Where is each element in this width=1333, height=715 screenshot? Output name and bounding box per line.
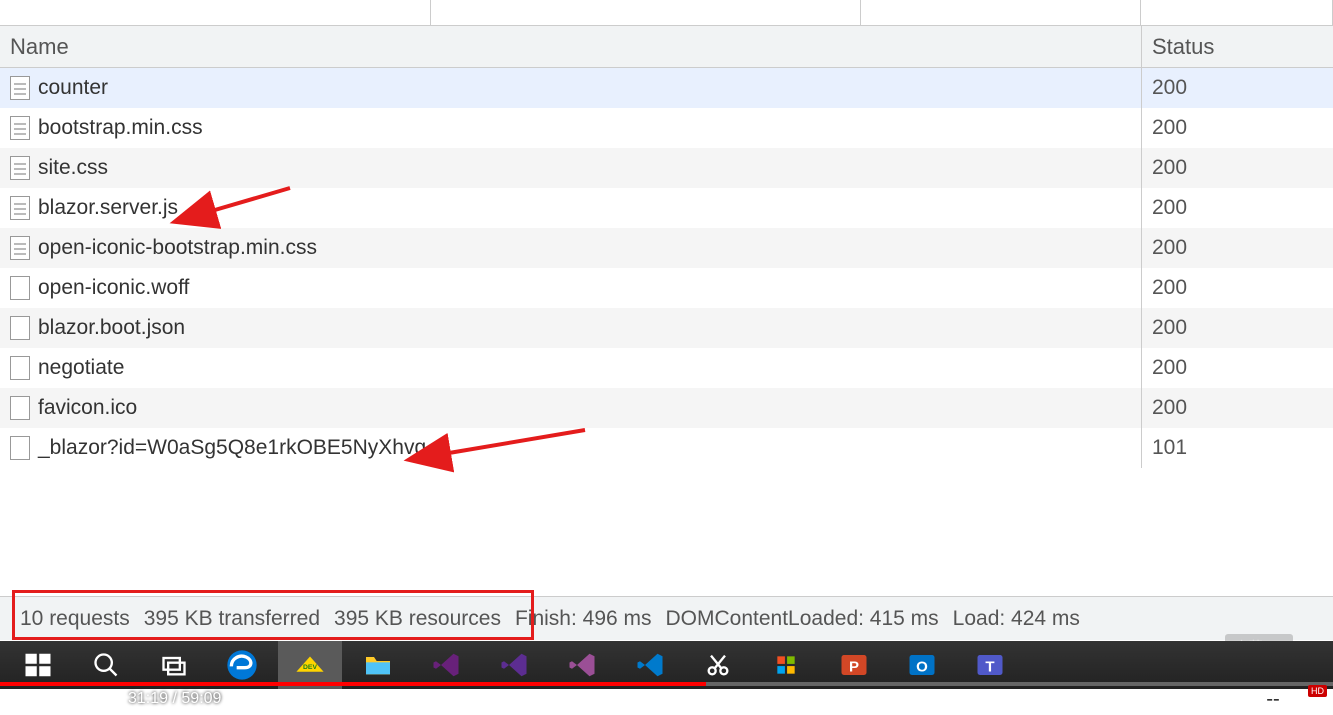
play-button[interactable] [14, 689, 34, 709]
video-player-controls: 31:19 / 59:09 HD [0, 655, 1333, 715]
filter-tab[interactable] [0, 0, 431, 25]
summary-resources: 395 KB resources [334, 607, 501, 631]
request-name: counter [38, 76, 108, 100]
file-icon [10, 236, 30, 260]
network-request-row[interactable]: negotiate 200 [0, 348, 1333, 388]
subtitles-button[interactable] [1263, 689, 1283, 709]
network-request-row[interactable]: open-iconic.woff 200 [0, 268, 1333, 308]
hd-badge: HD [1308, 685, 1327, 697]
devtools-filter-tabs [0, 0, 1333, 26]
network-request-row[interactable]: favicon.ico 200 [0, 388, 1333, 428]
request-status: 200 [1141, 148, 1333, 188]
request-status: 200 [1141, 188, 1333, 228]
request-name: site.css [38, 156, 108, 180]
request-status: 200 [1141, 228, 1333, 268]
network-request-row[interactable]: bootstrap.min.css 200 [0, 108, 1333, 148]
file-icon [10, 396, 30, 420]
request-status: 200 [1141, 308, 1333, 348]
request-name: negotiate [38, 356, 124, 380]
request-name: bootstrap.min.css [38, 116, 203, 140]
network-request-row[interactable]: blazor.boot.json 200 [0, 308, 1333, 348]
network-table-header: Name Status [0, 26, 1333, 68]
request-name: blazor.server.js [38, 196, 178, 220]
filter-tab[interactable] [861, 0, 1141, 25]
file-icon [10, 196, 30, 220]
network-request-row[interactable]: counter 200 [0, 68, 1333, 108]
network-table-body: counter 200 bootstrap.min.css 200 site.css 20… [0, 68, 1333, 468]
network-summary-bar: 10 requests 395 KB transferred 395 KB re… [0, 596, 1333, 640]
filter-tab[interactable] [1141, 0, 1333, 25]
summary-load: Load: 424 ms [953, 607, 1080, 631]
file-icon [10, 356, 30, 380]
network-request-row[interactable]: open-iconic-bootstrap.min.css 200 [0, 228, 1333, 268]
network-request-row[interactable]: _blazor?id=W0aSg5Q8e1rkOBE5NyXhvg 101 [0, 428, 1333, 468]
summary-finish: Finish: 496 ms [515, 607, 652, 631]
settings-button[interactable]: HD [1299, 689, 1319, 709]
summary-domcontentloaded: DOMContentLoaded: 415 ms [666, 607, 939, 631]
request-name: favicon.ico [38, 396, 137, 420]
file-icon [10, 156, 30, 180]
request-name: _blazor?id=W0aSg5Q8e1rkOBE5NyXhvg [38, 436, 426, 460]
request-status: 200 [1141, 388, 1333, 428]
column-header-status[interactable]: Status [1141, 26, 1333, 67]
video-time-display: 31:19 / 59:09 [128, 690, 221, 708]
request-status: 200 [1141, 108, 1333, 148]
column-header-name[interactable]: Name [0, 34, 1141, 60]
filter-tab[interactable] [431, 0, 862, 25]
request-status: 200 [1141, 348, 1333, 388]
file-icon [10, 436, 30, 460]
network-request-row[interactable]: site.css 200 [0, 148, 1333, 188]
request-name: open-iconic-bootstrap.min.css [38, 236, 317, 260]
request-name: open-iconic.woff [38, 276, 189, 300]
file-icon [10, 316, 30, 340]
file-icon [10, 76, 30, 100]
file-icon [10, 116, 30, 140]
summary-transferred: 395 KB transferred [144, 607, 320, 631]
request-name: blazor.boot.json [38, 316, 185, 340]
volume-button[interactable] [90, 689, 110, 709]
summary-requests: 10 requests [20, 607, 130, 631]
request-status: 200 [1141, 268, 1333, 308]
file-icon [10, 276, 30, 300]
next-button[interactable] [52, 689, 72, 709]
request-status: 101 [1141, 428, 1333, 468]
request-status: 200 [1141, 68, 1333, 108]
network-request-row[interactable]: blazor.server.js 200 [0, 188, 1333, 228]
